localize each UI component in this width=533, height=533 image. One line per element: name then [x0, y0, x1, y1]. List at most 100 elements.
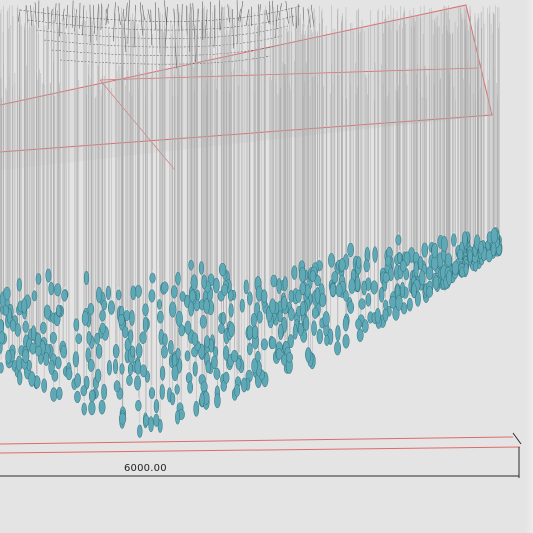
crystal	[218, 323, 225, 334]
crystal	[277, 310, 283, 323]
crystal	[22, 320, 29, 333]
crystal	[73, 318, 80, 332]
crystal	[21, 298, 28, 314]
crystal	[305, 347, 312, 363]
crystal	[116, 289, 122, 301]
crystal	[81, 402, 87, 416]
crystal	[134, 284, 142, 298]
crystal	[362, 319, 369, 333]
crystal	[309, 270, 317, 282]
crystal	[411, 283, 417, 299]
crystal	[347, 301, 355, 314]
crystal	[98, 399, 106, 415]
crystal	[113, 380, 121, 393]
crystal	[233, 384, 241, 397]
canopy-wire	[232, 9, 234, 49]
crystal	[191, 332, 199, 346]
crystal	[31, 325, 37, 342]
crystal	[220, 311, 226, 325]
crystal	[29, 342, 37, 355]
crystal	[243, 279, 249, 295]
crystal	[129, 345, 136, 358]
crystal	[143, 414, 150, 427]
canopy-wire	[227, 4, 230, 23]
crystal	[60, 345, 68, 359]
crystal	[193, 400, 200, 417]
crystal	[175, 347, 181, 360]
crystal	[299, 281, 306, 296]
crystal	[134, 359, 142, 375]
crystal	[299, 300, 306, 317]
chandelier-render[interactable]	[0, 0, 533, 533]
crystal	[87, 358, 95, 372]
crystal	[451, 233, 457, 247]
crystal	[135, 343, 143, 359]
crystal	[431, 242, 439, 259]
crystal	[251, 358, 258, 374]
crystal	[31, 290, 38, 302]
crystal	[148, 416, 154, 433]
crystal	[214, 393, 221, 409]
crystal	[139, 331, 147, 345]
canopy-ring	[43, 35, 283, 48]
crystal	[356, 328, 364, 343]
canopy-wire	[265, 9, 269, 24]
crystal	[142, 316, 149, 333]
crystal	[201, 274, 208, 290]
dimension-label: 6000.00	[124, 463, 167, 474]
crystal	[451, 260, 459, 276]
crystal	[212, 277, 220, 294]
crystal	[160, 365, 166, 381]
crystal	[389, 295, 397, 309]
crystal	[395, 294, 403, 311]
floor-guide-line-bottom	[0, 446, 521, 454]
canopy-wire	[117, 5, 121, 25]
crystal	[246, 325, 254, 340]
crystal	[223, 371, 230, 384]
3d-viewport[interactable]: 6000.00	[0, 0, 533, 533]
crystal	[203, 298, 210, 314]
crystal	[170, 285, 178, 299]
crystal	[134, 375, 141, 391]
crystal	[288, 307, 295, 321]
crystal	[334, 341, 341, 356]
crystal	[106, 359, 112, 376]
crystal	[276, 277, 282, 295]
crystal	[55, 356, 62, 370]
canopy-wire	[93, 5, 95, 34]
crystal	[311, 320, 317, 336]
canopy-wire	[100, 3, 102, 30]
crystal	[169, 392, 176, 406]
crystal	[395, 234, 402, 246]
crystal	[199, 392, 205, 408]
crystal	[382, 272, 390, 283]
crystal	[328, 253, 335, 268]
crystal	[399, 281, 406, 298]
crystal	[354, 275, 361, 292]
crystal	[361, 280, 367, 296]
crystal	[153, 399, 160, 414]
crystal	[56, 386, 63, 401]
crystal	[372, 246, 378, 263]
crystal	[413, 260, 419, 278]
crystal	[3, 286, 11, 301]
crystal	[161, 281, 169, 294]
crystal	[86, 330, 92, 345]
crystal	[56, 304, 62, 317]
crystal	[2, 304, 9, 317]
crystal	[118, 412, 127, 425]
crystal	[365, 292, 372, 307]
viewport-edge	[525, 0, 533, 533]
crystal	[213, 367, 221, 380]
crystal	[192, 361, 198, 377]
crystal	[421, 242, 429, 258]
crystal	[331, 271, 339, 284]
crystal	[148, 387, 155, 400]
crystal	[184, 320, 192, 335]
canopy-wire	[246, 9, 249, 26]
crystal	[347, 242, 354, 258]
crystal	[175, 409, 181, 425]
crystal	[88, 400, 96, 416]
crystal	[175, 310, 183, 327]
crystal	[342, 316, 349, 332]
